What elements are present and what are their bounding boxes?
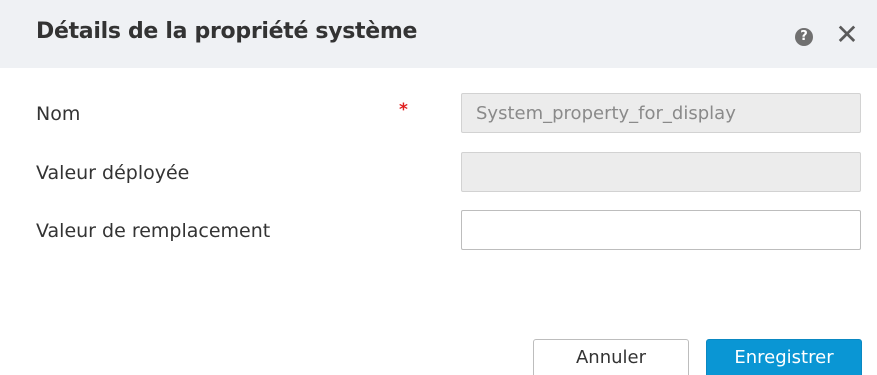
override-value-field[interactable] [461,210,861,250]
cancel-button[interactable]: Annuler [533,339,689,375]
deployed-value-label: Valeur déployée [36,162,190,184]
dialog-header: Détails de la propriété système ? ✕ [0,0,877,68]
dialog-title: Détails de la propriété système [36,19,418,44]
save-button[interactable]: Enregistrer [706,339,862,375]
system-property-details-dialog: Détails de la propriété système ? ✕ Nom … [0,0,877,375]
close-icon[interactable]: ✕ [835,21,859,49]
deployed-value-field[interactable] [461,152,861,192]
required-marker: * [399,100,408,120]
help-icon[interactable]: ? [795,28,813,46]
override-value-label: Valeur de remplacement [36,220,271,242]
name-field[interactable] [461,93,861,133]
name-label: Nom [36,103,81,125]
